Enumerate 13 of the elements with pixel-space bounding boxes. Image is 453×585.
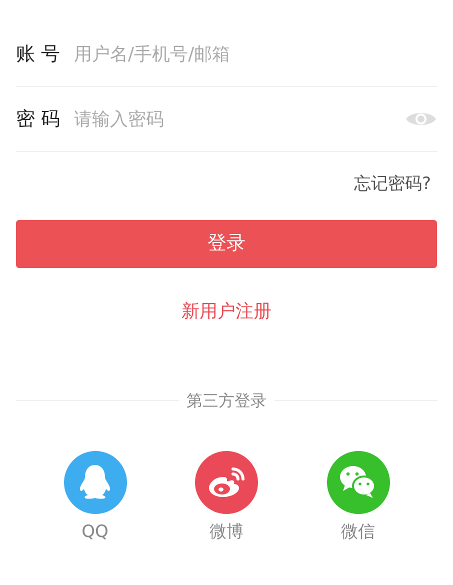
forgot-password-link[interactable]: 忘记密码?: [354, 172, 431, 198]
input-field[interactable]: 用户名/手机号/邮箱: [74, 40, 437, 68]
field-label: 密 码: [16, 106, 62, 132]
register-link[interactable]: 新用户注册: [182, 298, 272, 324]
social-label: QQ: [82, 520, 108, 544]
input-field[interactable]: 请输入密码: [74, 106, 405, 132]
social-label: 微博: [210, 520, 244, 544]
section-title: 第三方登录: [186, 390, 268, 412]
weibo-logo-icon: [206, 465, 246, 499]
login-button[interactable]: 登录: [16, 220, 437, 268]
penguin-icon: [78, 464, 112, 500]
social-label: 微信: [341, 520, 375, 544]
field-label: 账 号: [16, 42, 62, 67]
